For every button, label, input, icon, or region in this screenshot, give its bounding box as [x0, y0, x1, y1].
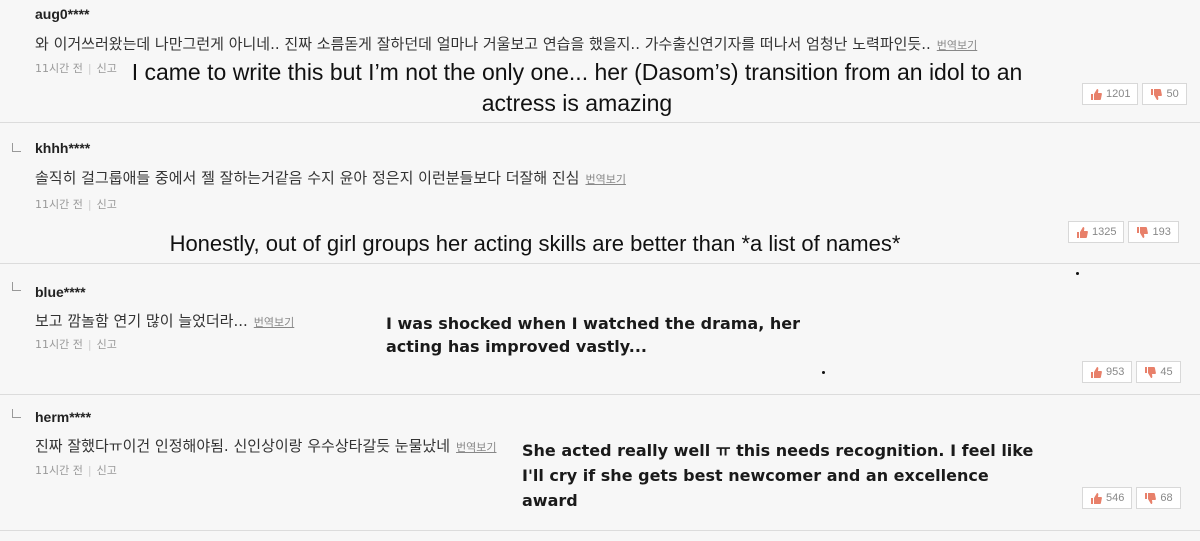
thumbs-down-icon [1144, 366, 1157, 378]
comment-username[interactable]: blue**** [35, 284, 86, 300]
meta-divider: | [87, 198, 92, 211]
thumbs-down-icon [1144, 492, 1157, 504]
like-button[interactable]: 1201 [1082, 83, 1139, 105]
reply-corner-icon [12, 143, 21, 152]
translation-caption: Honestly, out of girl groups her acting … [169, 231, 901, 256]
comment-body: 보고 깜놀함 연기 많이 늘었더라... [35, 312, 248, 330]
comment-text: 솔직히 걸그룹애들 중에서 젤 잘하는거같음 수지 윤아 정은지 이런분들보다 … [35, 167, 626, 188]
comment-meta: 11시간 전 | 신고 [35, 60, 117, 76]
comment-body: 와 이거쓰러왔는데 나만그런게 아니네.. 진짜 소름돋게 잘하던데 얼마나 거… [35, 35, 931, 53]
dislike-count: 193 [1152, 226, 1171, 238]
dislike-count: 50 [1166, 88, 1179, 100]
comment-time: 11시간 전 [35, 62, 83, 75]
thumbs-up-icon [1076, 226, 1088, 238]
comment-body: 진짜 잘했다ㅠ이건 인정해야됨. 신인상이랑 우수상타갈듯 눈물났네 [35, 437, 451, 455]
comment-username[interactable]: khhh**** [35, 140, 90, 156]
thumbs-down-icon [1136, 226, 1149, 238]
comment-time: 11시간 전 [35, 198, 83, 211]
thumbs-up-icon [1090, 366, 1102, 378]
meta-divider: | [87, 464, 92, 477]
dislike-button[interactable]: 45 [1136, 361, 1181, 383]
like-count: 546 [1106, 492, 1125, 504]
like-button[interactable]: 953 [1082, 361, 1133, 383]
comment-time: 11시간 전 [35, 464, 83, 477]
vote-buttons: 953 45 [1082, 361, 1181, 383]
translate-link[interactable]: 번역보기 [937, 39, 977, 52]
dislike-count: 68 [1160, 492, 1173, 504]
thumbs-up-icon [1090, 88, 1102, 100]
comment-text: 보고 깜놀함 연기 많이 늘었더라... 번역보기 [35, 310, 294, 331]
like-count: 1325 [1092, 226, 1117, 238]
thumbs-down-icon [1150, 88, 1163, 100]
comment-text: 와 이거쓰러왔는데 나만그런게 아니네.. 진짜 소름돋게 잘하던데 얼마나 거… [35, 33, 977, 54]
vote-buttons: 1325 193 [1068, 221, 1179, 243]
stray-dot [1076, 272, 1079, 275]
report-link[interactable]: 신고 [97, 198, 117, 211]
reply-corner-icon [12, 282, 21, 291]
translate-link[interactable]: 번역보기 [585, 173, 625, 186]
dislike-count: 45 [1160, 366, 1173, 378]
translate-link[interactable]: 번역보기 [254, 316, 294, 329]
dislike-button[interactable]: 50 [1142, 83, 1187, 105]
translation-caption: She acted really well ㅠ this needs recog… [522, 441, 1034, 510]
dislike-button[interactable]: 68 [1136, 487, 1181, 509]
comment-body: 솔직히 걸그룹애들 중에서 젤 잘하는거같음 수지 윤아 정은지 이런분들보다 … [35, 169, 580, 187]
dislike-button[interactable]: 193 [1128, 221, 1179, 243]
vote-buttons: 1201 50 [1082, 83, 1187, 105]
translate-link[interactable]: 번역보기 [456, 441, 496, 454]
like-button[interactable]: 1325 [1068, 221, 1125, 243]
like-count: 953 [1106, 366, 1125, 378]
comment-meta: 11시간 전 | 신고 [35, 336, 117, 352]
comment-time: 11시간 전 [35, 338, 83, 351]
comment-meta: 11시간 전 | 신고 [35, 462, 117, 478]
comment-text: 진짜 잘했다ㅠ이건 인정해야됨. 신인상이랑 우수상타갈듯 눈물났네 번역보기 [35, 435, 497, 456]
reply-corner-icon [12, 409, 21, 418]
meta-divider: | [87, 62, 92, 75]
translation-caption: I came to write this but I’m not the onl… [131, 59, 1023, 116]
report-link[interactable]: 신고 [97, 338, 117, 351]
comment-meta: 11시간 전 | 신고 [35, 196, 117, 212]
comment-username[interactable]: aug0**** [35, 6, 89, 22]
vote-buttons: 546 68 [1082, 487, 1181, 509]
meta-divider: | [87, 338, 92, 351]
thumbs-up-icon [1090, 492, 1102, 504]
stray-dot [822, 371, 825, 374]
comment-username[interactable]: herm**** [35, 409, 91, 425]
like-button[interactable]: 546 [1082, 487, 1133, 509]
translation-caption: I was shocked when I watched the drama, … [386, 314, 801, 356]
report-link[interactable]: 신고 [97, 464, 117, 477]
like-count: 1201 [1106, 88, 1131, 100]
